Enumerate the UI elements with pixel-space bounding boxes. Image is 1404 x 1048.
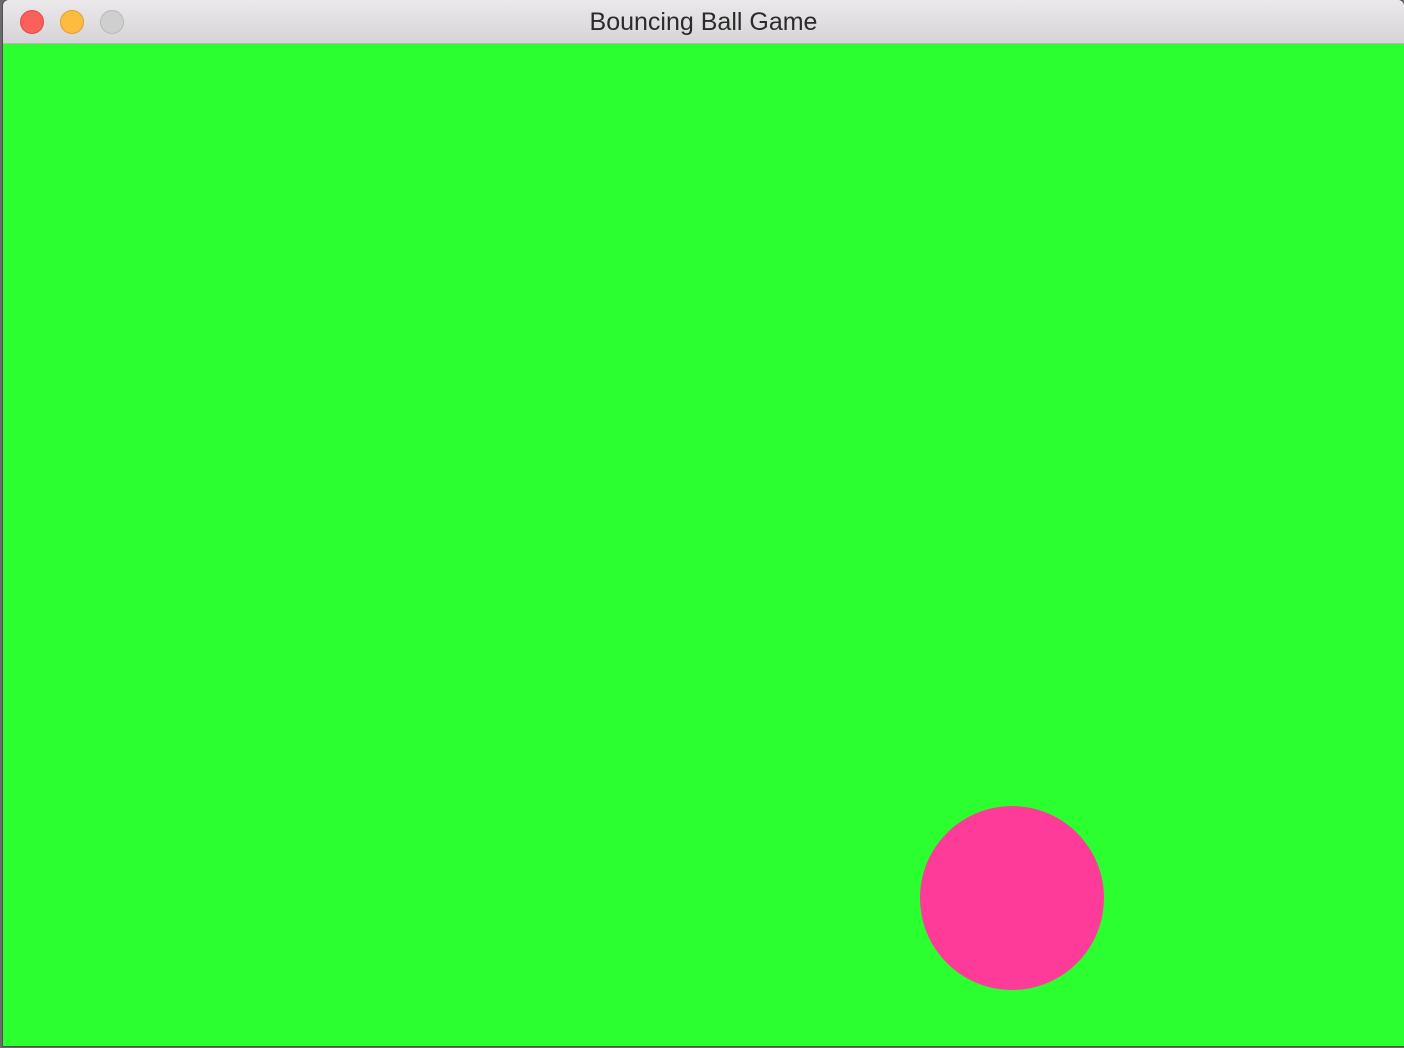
game-canvas[interactable]	[3, 44, 1404, 1046]
window-title: Bouncing Ball Game	[589, 8, 818, 36]
game-window: Bouncing Ball Game	[3, 0, 1404, 1046]
title-bar[interactable]: Bouncing Ball Game	[3, 0, 1404, 44]
bouncing-ball	[920, 806, 1104, 990]
